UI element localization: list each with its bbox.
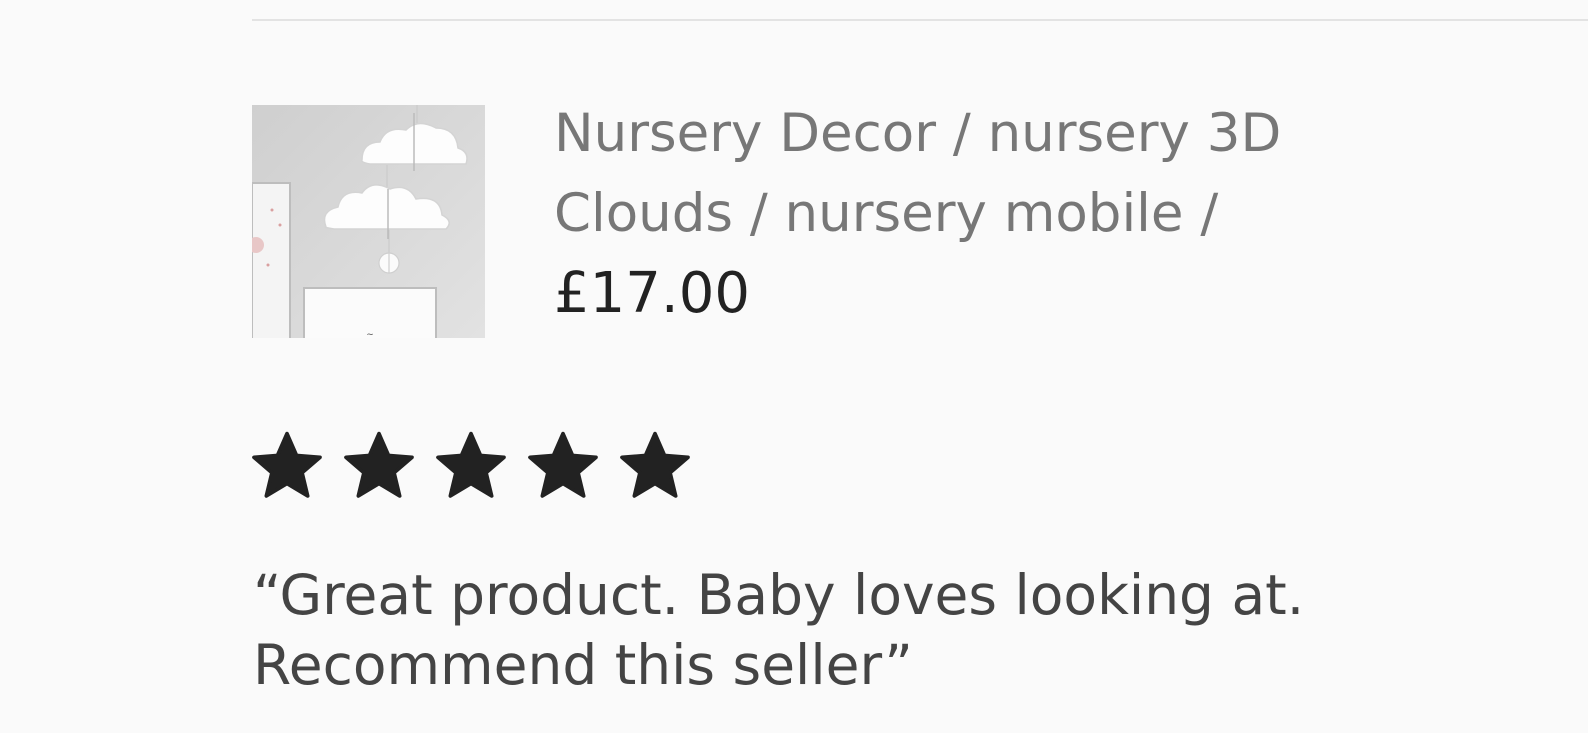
listing-title-line: Nursery Decor / nursery 3D [554,103,1282,164]
star-icon [434,428,508,504]
svg-text:~: ~ [366,330,374,338]
review-text-line: “Great product. Baby loves looking at. [253,563,1305,627]
star-icon [526,428,600,504]
star-icon [618,428,692,504]
listing-thumbnail[interactable]: ~ [252,105,485,338]
review-text: “Great product. Baby loves looking at. R… [253,560,1553,700]
section-divider [252,19,1588,21]
review-text-line: Recommend this seller” [253,633,913,697]
listing-title-link[interactable]: Nursery Decor / nursery 3D Clouds / nurs… [554,94,1454,254]
star-icon [342,428,416,504]
listing-title-line: Clouds / nursery mobile / [554,183,1219,244]
star-icon [250,428,324,504]
listing-info: Nursery Decor / nursery 3D Clouds / nurs… [554,94,1454,334]
cloud-mobile-image: ~ [252,105,485,338]
star-rating [250,428,692,504]
listing-price: £17.00 [554,261,750,326]
